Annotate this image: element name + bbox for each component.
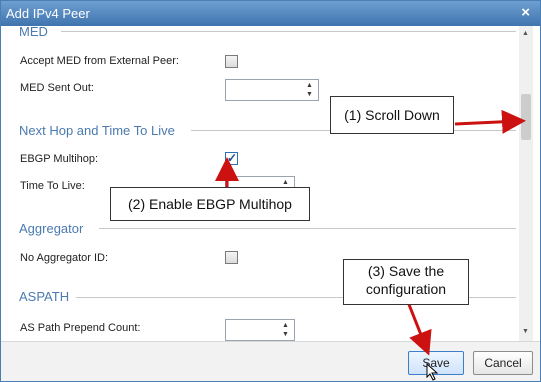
save-arrow bbox=[406, 301, 432, 356]
mouse-cursor-icon bbox=[426, 362, 439, 381]
callout-enable-ebgp-text: (2) Enable EBGP Multihop bbox=[128, 196, 292, 212]
callout-save-line2: configuration bbox=[365, 281, 447, 297]
callout-save: (3) Save the configuration bbox=[343, 259, 469, 305]
callout-enable-ebgp: (2) Enable EBGP Multihop bbox=[110, 187, 310, 221]
callout-scroll-down-text: (1) Scroll Down bbox=[344, 107, 440, 123]
callout-scroll-down: (1) Scroll Down bbox=[330, 96, 454, 134]
callout-save-line1: (3) Save the bbox=[367, 263, 445, 279]
scroll-down-arrow bbox=[454, 109, 526, 134]
